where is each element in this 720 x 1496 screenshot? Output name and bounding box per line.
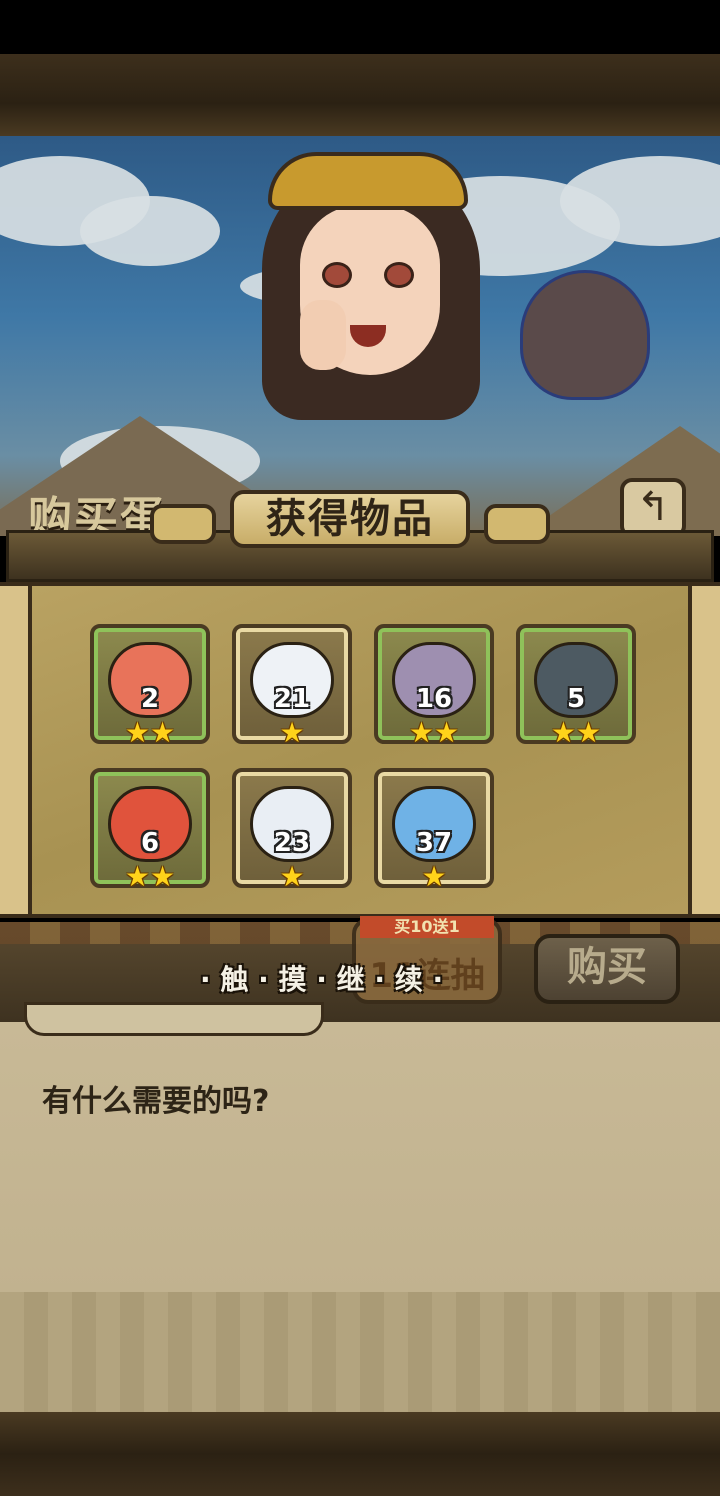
item-stars: ★ (279, 860, 305, 893)
status-bar (0, 0, 720, 54)
dialog-title: 获得物品 (266, 496, 434, 542)
item-slot-turtle-shell[interactable]: 5 ★★ (516, 624, 636, 748)
title-decoration (484, 504, 550, 544)
back-button[interactable]: ↰ (620, 478, 686, 538)
shopkeeper-headband (268, 152, 468, 210)
item-slot-shrimp[interactable]: 2 ★★ (90, 624, 210, 748)
bottom-frame (0, 1412, 720, 1496)
item-stars: ★★ (408, 716, 460, 749)
shopkeeper-eye (384, 262, 414, 288)
speech-text: 有什么需要的吗? (42, 1084, 270, 1119)
back-arrow-icon: ↰ (636, 484, 670, 530)
item-count: 5 (566, 684, 586, 714)
shopkeeper-hand (300, 300, 346, 370)
wrapped-egg-icon (520, 270, 650, 400)
item-slot-crab[interactable]: 6 ★★ (90, 768, 210, 892)
item-stars: ★ (279, 716, 305, 749)
item-slot-feather-egg[interactable]: 21 ★ (232, 624, 352, 748)
item-count: 23 (273, 828, 311, 858)
item-stars: ★ (421, 860, 447, 893)
cloud (80, 196, 220, 266)
items-panel: 2 ★★ 21 ★ 16 ★★ 5 ★★ 6 ★★ 23 ★ 37 ★ (0, 582, 720, 918)
tap-to-continue[interactable]: · 触 · 摸 · 继 · 续 · (200, 958, 520, 1002)
item-slot-blue-slime[interactable]: 37 ★ (374, 768, 494, 892)
item-stars: ★★ (550, 716, 602, 749)
item-stars: ★★ (124, 716, 176, 749)
item-stars: ★★ (124, 860, 176, 893)
item-count: 2 (140, 684, 160, 714)
items-panel-inner: 2 ★★ 21 ★ 16 ★★ 5 ★★ 6 ★★ 23 ★ 37 ★ (28, 586, 692, 914)
item-slot-shell[interactable]: 16 ★★ (374, 624, 494, 748)
item-count: 37 (415, 828, 453, 858)
item-count: 16 (415, 684, 453, 714)
shopkeeper-eye (322, 262, 352, 288)
item-count: 6 (140, 828, 160, 858)
item-slot-white-swirl[interactable]: 23 ★ (232, 768, 352, 892)
title-decoration (150, 504, 216, 544)
top-frame (0, 54, 720, 136)
item-count: 21 (273, 684, 311, 714)
dialog-title-plate: 获得物品 (230, 490, 470, 548)
speaker-name-tag (24, 1002, 324, 1036)
eleven-draw-label: 买10送1 (360, 916, 494, 938)
buy-button[interactable]: 购买 (534, 934, 680, 1004)
speech-box-edge (0, 1292, 720, 1412)
